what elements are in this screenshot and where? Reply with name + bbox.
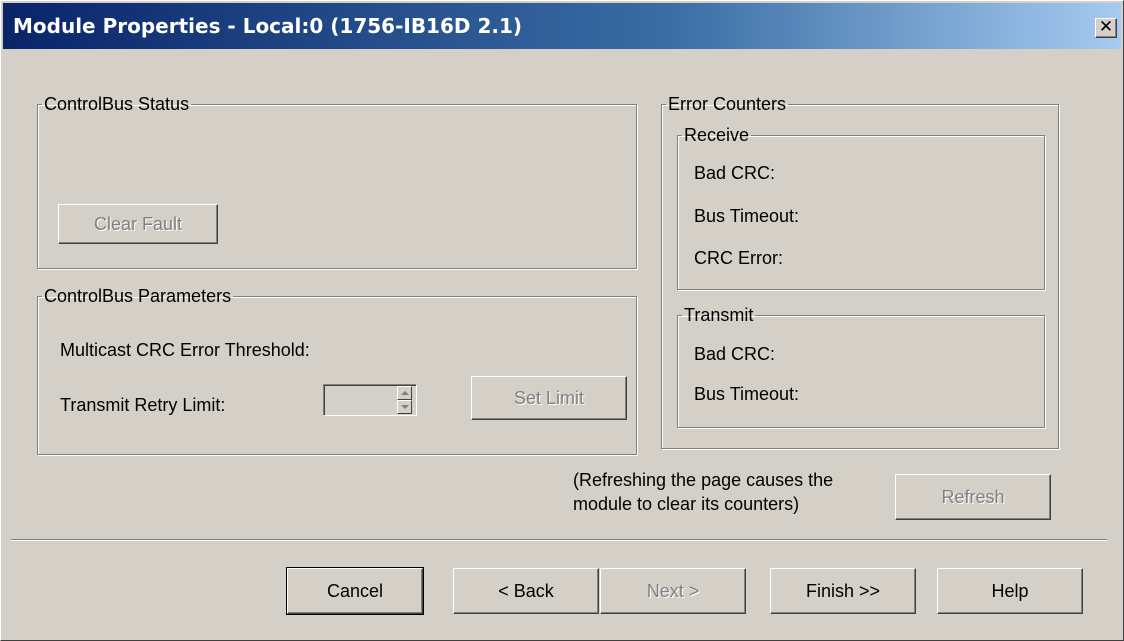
- receive-bus-timeout-label: Bus Timeout:: [694, 206, 800, 226]
- close-icon: ✕: [1098, 17, 1114, 37]
- help-button[interactable]: Help: [937, 568, 1083, 614]
- module-properties-dialog: Module Properties - Local:0 (1756-IB16D …: [0, 0, 1124, 641]
- arrow-down-icon: [401, 405, 409, 409]
- receive-crc-error-label: CRC Error:: [694, 248, 783, 268]
- controlbus-parameters-group: ControlBus Parameters: [37, 287, 637, 455]
- transmit-retry-input[interactable]: [326, 387, 396, 413]
- transmit-retry-stepper[interactable]: [323, 384, 417, 416]
- refresh-note-line2: module to clear its counters): [573, 494, 800, 514]
- transmit-retry-limit-label: Transmit Retry Limit:: [60, 395, 226, 415]
- separator-line: [11, 539, 1107, 541]
- refresh-note-line1: (Refreshing the page causes the: [573, 470, 834, 490]
- receive-title: Receive: [684, 125, 750, 145]
- close-button[interactable]: ✕: [1095, 18, 1117, 38]
- next-button[interactable]: Next >: [600, 568, 746, 614]
- controlbus-parameters-title: ControlBus Parameters: [44, 286, 232, 306]
- arrow-up-icon: [401, 391, 409, 395]
- back-button[interactable]: < Back: [453, 568, 599, 614]
- spin-up-button[interactable]: [397, 386, 412, 400]
- transmit-bus-timeout-label: Bus Timeout:: [694, 384, 800, 404]
- controlbus-status-title: ControlBus Status: [44, 94, 190, 114]
- refresh-button[interactable]: Refresh: [895, 474, 1051, 520]
- title-bar[interactable]: Module Properties - Local:0 (1756-IB16D …: [3, 3, 1121, 49]
- multicast-crc-threshold-label: Multicast CRC Error Threshold:: [60, 340, 310, 360]
- transmit-title: Transmit: [684, 305, 754, 325]
- clear-fault-button[interactable]: Clear Fault: [58, 204, 218, 244]
- set-limit-button[interactable]: Set Limit: [471, 376, 627, 420]
- spin-down-button[interactable]: [397, 400, 412, 414]
- error-counters-title: Error Counters: [668, 94, 787, 114]
- window-title: Module Properties - Local:0 (1756-IB16D …: [13, 14, 523, 38]
- finish-button[interactable]: Finish >>: [770, 568, 916, 614]
- receive-bad-crc-label: Bad CRC:: [694, 163, 776, 183]
- transmit-bad-crc-label: Bad CRC:: [694, 344, 776, 364]
- transmit-group: Transmit: [677, 306, 1045, 428]
- cancel-button[interactable]: Cancel: [286, 567, 424, 615]
